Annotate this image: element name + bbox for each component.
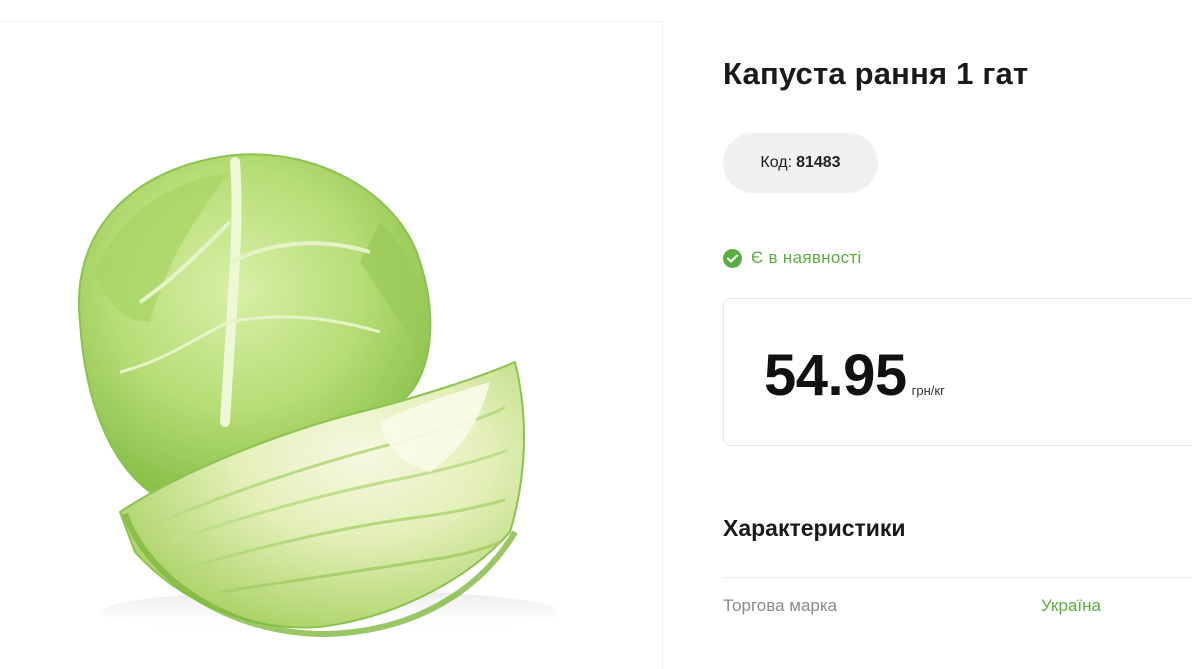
check-circle-icon [723,248,742,268]
availability-status: Є в наявності [723,247,862,269]
price: 54.95 грн/кг [764,347,945,405]
product-info: Капуста рання 1 гат Код: 81483 Є в наявн… [723,0,1192,669]
price-unit: грн/кг [911,383,945,398]
spec-row: Торгова марка Україна [723,596,1192,618]
price-box: 54.95 грн/кг [723,298,1192,446]
specs-heading: Характеристики [723,515,906,541]
availability-text: Є в наявності [751,248,862,267]
product-code-label: Код: [760,154,793,171]
price-amount: 54.95 [764,343,907,408]
product-image[interactable] [0,22,662,662]
spec-label-brand: Торгова марка [723,596,838,615]
specs-divider [723,577,1192,578]
product-code-badge: Код: 81483 [723,133,878,193]
spec-value-brand[interactable]: Україна [1041,596,1101,616]
product-image-panel [0,21,663,669]
product-title: Капуста рання 1 гат [723,56,1029,91]
product-code-value: 81483 [796,154,841,171]
product-page: Капуста рання 1 гат Код: 81483 Є в наявн… [0,0,1192,669]
